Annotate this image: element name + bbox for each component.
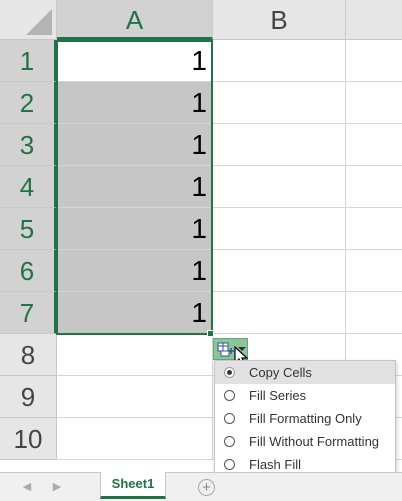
cell-c7[interactable] (346, 292, 402, 334)
cell-c5[interactable] (346, 208, 402, 250)
radio-icon (224, 436, 235, 447)
cell-a7[interactable]: 1 (57, 292, 213, 334)
radio-icon (224, 459, 235, 470)
sheet-tab-active[interactable]: Sheet1 (100, 472, 166, 499)
menu-item-fill-series[interactable]: Fill Series (215, 384, 395, 407)
menu-item-label: Fill Formatting Only (249, 411, 362, 426)
cell-c6[interactable] (346, 250, 402, 292)
radio-icon (224, 390, 235, 401)
cell-b7[interactable] (213, 292, 346, 334)
cell-c3[interactable] (346, 124, 402, 166)
cell-a6[interactable]: 1 (57, 250, 213, 292)
menu-item-copy-cells[interactable]: Copy Cells (215, 361, 395, 384)
row-header-1[interactable]: 1 (0, 40, 57, 82)
menu-item-label: Copy Cells (249, 365, 312, 380)
cell-b1[interactable] (213, 40, 346, 82)
row-header-7[interactable]: 7 (0, 292, 57, 334)
menu-item-label: Flash Fill (249, 457, 302, 472)
column-header-b[interactable]: B (213, 0, 346, 40)
menu-item-label: Fill Without Formatting (249, 434, 380, 449)
radio-icon (224, 413, 235, 424)
cell-a3[interactable]: 1 (57, 124, 213, 166)
add-sheet-icon[interactable]: + (198, 479, 215, 496)
cell-a9[interactable] (57, 376, 213, 418)
row-header-3[interactable]: 3 (0, 124, 57, 166)
cell-c4[interactable] (346, 166, 402, 208)
cell-b2[interactable] (213, 82, 346, 124)
cell-a1[interactable]: 1 (57, 40, 213, 82)
sheet-tab-bar: ◀ ▶ Sheet1 + (0, 472, 402, 501)
cell-b6[interactable] (213, 250, 346, 292)
auto-fill-options-menu: Copy Cells Fill Series Fill Formatting O… (214, 360, 396, 478)
menu-item-fill-without-formatting[interactable]: Fill Without Formatting (215, 430, 395, 453)
cell-c2[interactable] (346, 82, 402, 124)
cell-b3[interactable] (213, 124, 346, 166)
column-header-c[interactable] (346, 0, 402, 40)
cell-a8[interactable] (57, 334, 213, 376)
row-header-6[interactable]: 6 (0, 250, 57, 292)
radio-selected-icon (224, 367, 235, 378)
cell-b5[interactable] (213, 208, 346, 250)
cell-a10[interactable] (57, 418, 213, 460)
cell-a4[interactable]: 1 (57, 166, 213, 208)
auto-fill-options-icon (217, 342, 234, 356)
row-header-10[interactable]: 10 (0, 418, 57, 460)
cell-c1[interactable] (346, 40, 402, 82)
column-header-a[interactable]: A (57, 0, 213, 40)
row-header-2[interactable]: 2 (0, 82, 57, 124)
fill-handle[interactable] (207, 330, 214, 337)
cell-a5[interactable]: 1 (57, 208, 213, 250)
row-header-8[interactable]: 8 (0, 334, 57, 376)
scroll-left-icon[interactable]: ◀ (20, 480, 34, 494)
cell-a2[interactable]: 1 (57, 82, 213, 124)
cell-b4[interactable] (213, 166, 346, 208)
row-header-5[interactable]: 5 (0, 208, 57, 250)
menu-item-label: Fill Series (249, 388, 307, 403)
row-header-4[interactable]: 4 (0, 166, 57, 208)
select-all-triangle-icon (26, 9, 52, 35)
menu-item-fill-formatting-only[interactable]: Fill Formatting Only (215, 407, 395, 430)
select-all-corner[interactable] (0, 0, 57, 40)
row-header-9[interactable]: 9 (0, 376, 57, 418)
scroll-right-icon[interactable]: ▶ (50, 480, 64, 494)
